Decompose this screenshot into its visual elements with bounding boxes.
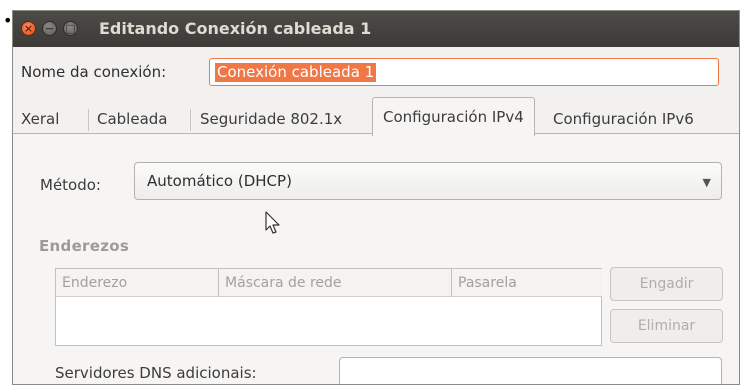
addresses-table[interactable]: Enderezo Máscara de rede Pasarela: [55, 268, 602, 346]
tab-separator: [88, 109, 89, 131]
column-header-address[interactable]: Enderezo: [56, 269, 219, 297]
add-address-button[interactable]: Engadir: [610, 267, 723, 301]
tab-separator: [190, 109, 191, 131]
dns-servers-label: Servidores DNS adicionais:: [55, 364, 257, 382]
dns-servers-input[interactable]: [339, 357, 722, 384]
connection-name-input[interactable]: Conexión cableada 1: [209, 58, 719, 86]
tab-security-8021x[interactable]: Seguridade 802.1x: [200, 107, 342, 131]
connection-editor-window: × − □ Editando Conexión cableada 1 Nome …: [12, 10, 740, 385]
tab-wired[interactable]: Cableada: [97, 107, 168, 131]
tab-ipv4-settings[interactable]: Configuración IPv4: [372, 97, 535, 136]
maximize-icon: □: [65, 22, 76, 35]
dropdown-arrow-icon: ▼: [702, 176, 711, 189]
close-icon: ×: [23, 22, 34, 35]
method-value: Automático (DHCP): [147, 172, 292, 190]
delete-address-button[interactable]: Eliminar: [610, 309, 723, 343]
maximize-button[interactable]: □: [63, 21, 78, 36]
column-header-netmask[interactable]: Máscara de rede: [219, 269, 452, 297]
addresses-section-label: Enderezos: [39, 237, 130, 255]
method-label: Método:: [40, 176, 101, 194]
connection-name-label: Nome da conexión:: [21, 63, 167, 81]
window-title: Editando Conexión cableada 1: [99, 19, 372, 38]
column-header-gateway[interactable]: Pasarela: [452, 269, 602, 297]
mouse-pointer-icon: [265, 211, 280, 234]
method-dropdown[interactable]: Automático (DHCP) ▼: [134, 162, 722, 200]
close-button[interactable]: ×: [21, 21, 36, 36]
minimize-button[interactable]: −: [42, 21, 57, 36]
connection-name-value: Conexión cableada 1: [215, 63, 377, 82]
minimize-icon: −: [44, 22, 55, 35]
tab-ipv6-settings[interactable]: Configuración IPv6: [553, 107, 694, 131]
tab-general[interactable]: Xeral: [21, 107, 59, 131]
titlebar: × − □ Editando Conexión cableada 1: [13, 11, 739, 47]
